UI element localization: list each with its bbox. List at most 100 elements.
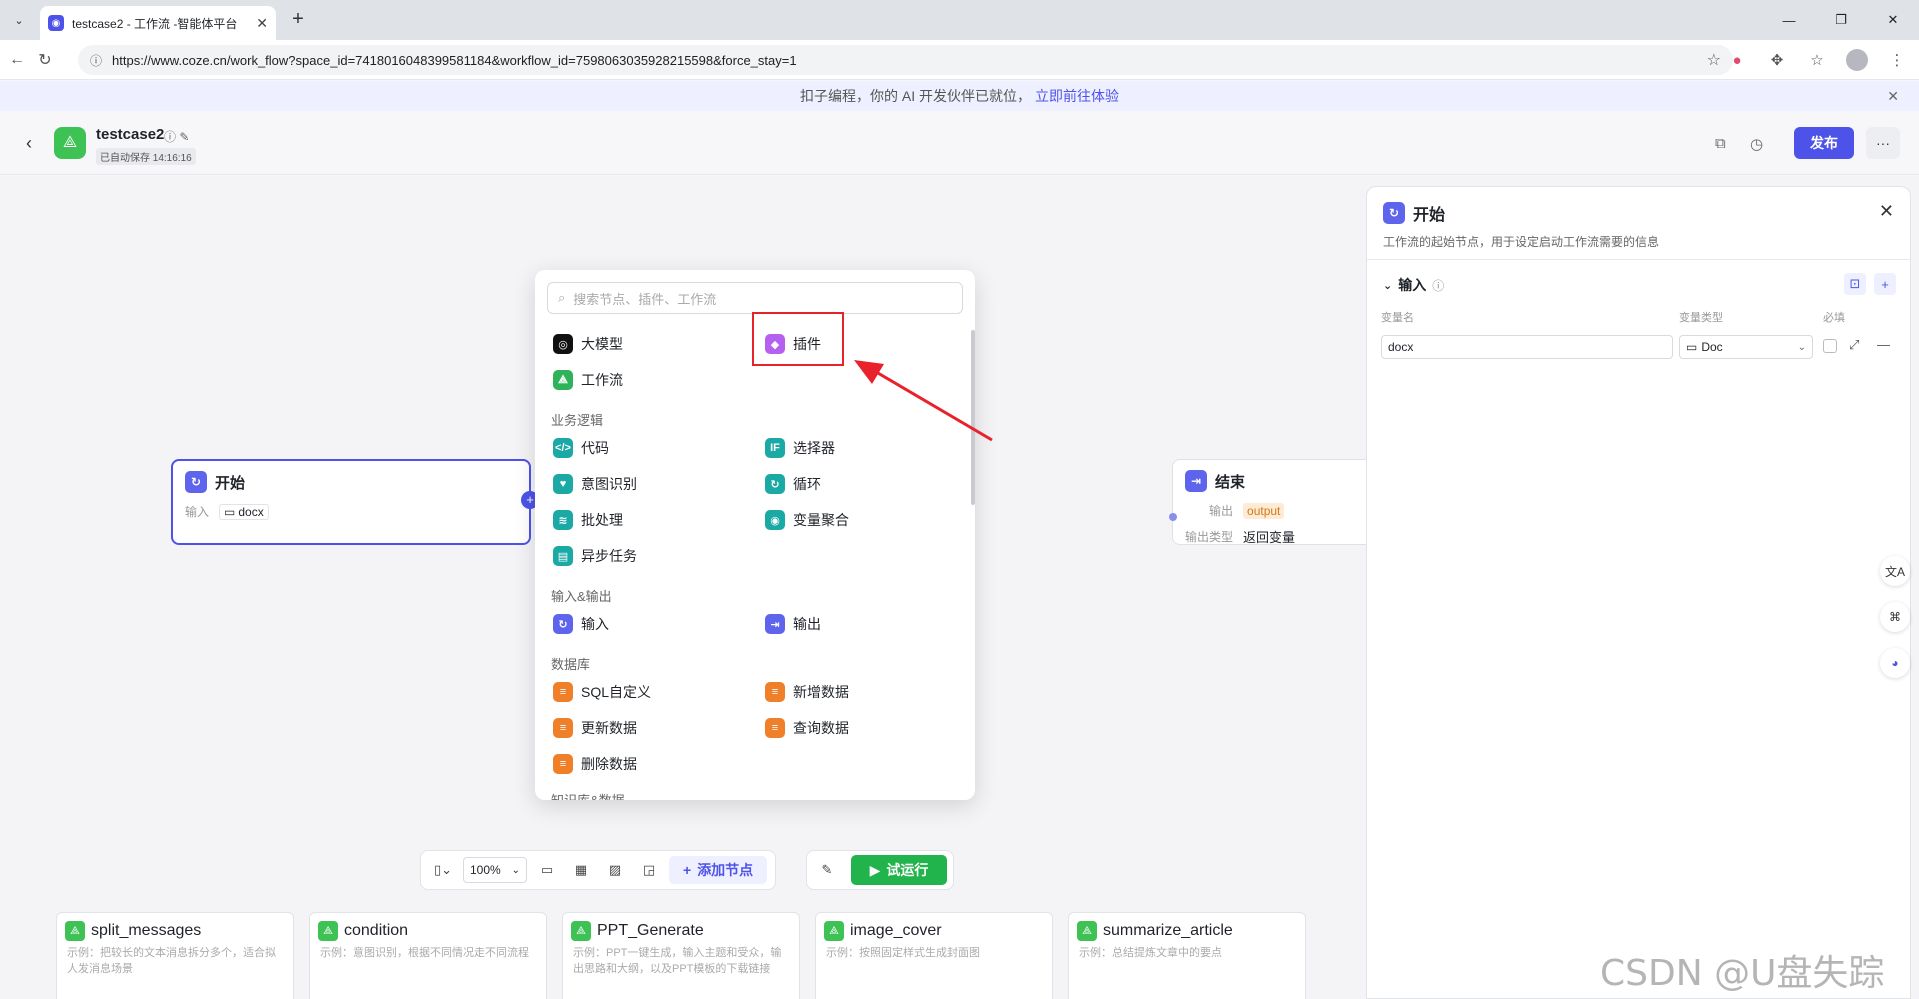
history-icon[interactable]: ◷ (1750, 135, 1763, 153)
template-card[interactable]: ⟁ split_messages 示例：把较长的文本消息拆分多个，适合拟人发消息场… (56, 912, 294, 999)
assistant-icon[interactable]: ◕ (1880, 648, 1910, 678)
comment-icon[interactable]: ▭ (533, 856, 561, 884)
database-update-icon: ≡ (553, 718, 573, 738)
database-delete-icon: ≡ (553, 754, 573, 774)
template-card[interactable]: ⟁ condition 示例：意图识别，根据不同情况走不同流程 (309, 912, 547, 999)
notice-bar: 扣子编程，你的 AI 开发伙伴已就位， 立即前往体验 ✕ (0, 81, 1919, 111)
node-item-code[interactable]: </> 代码 (553, 438, 609, 458)
end-node-title: 结束 (1215, 473, 1246, 491)
info-icon: ⓘ (1432, 278, 1445, 293)
extension-red-icon[interactable]: ● (1725, 48, 1749, 72)
workflow-icon: ⟁ (553, 370, 573, 390)
close-notice-icon[interactable]: ✕ (1887, 88, 1899, 105)
restore-icon[interactable]: ❐ (1815, 0, 1867, 40)
node-properties-panel: ↻ 开始 ✕ 工作流的起始节点，用于设定启动工作流需要的信息 ⌄ 输入 ⓘ ⊡ … (1366, 186, 1911, 999)
image-icon[interactable]: ▨ (601, 856, 629, 884)
col-required: 必填 (1823, 312, 1845, 324)
output-icon: ⇥ (765, 614, 785, 634)
window-controls: — ❐ ✕ (1763, 0, 1919, 40)
node-item-batch[interactable]: ≋ 批处理 (553, 510, 623, 530)
node-item-async-task[interactable]: ▤ 异步任务 (553, 546, 637, 566)
node-item-label: 循环 (793, 476, 821, 492)
start-node[interactable]: ↻ 开始 输入 ▭ docx (171, 459, 531, 545)
publish-button[interactable]: 发布 (1794, 127, 1854, 159)
debug-wrench-icon[interactable]: ✎ (813, 856, 841, 884)
node-item-label: 删除数据 (581, 756, 637, 772)
minimap-icon[interactable]: ◲ (635, 856, 663, 884)
end-node[interactable]: ⇥ 结束 输出 output 输出类型 返回变量 (1172, 459, 1372, 545)
node-item-loop[interactable]: ↻ 循环 (765, 474, 821, 494)
node-item-intent[interactable]: ♥ 意图识别 (553, 474, 637, 494)
node-item-sql[interactable]: ≡ SQL自定义 (553, 682, 651, 702)
search-placeholder: 搜索节点、插件、工作流 (573, 291, 717, 307)
edit-name-icon[interactable]: ⓘ ✎ (164, 128, 189, 145)
translate-icon[interactable]: 文A (1880, 556, 1910, 586)
favorites-icon[interactable]: ☆ (1805, 48, 1829, 72)
node-item-workflow[interactable]: ⟁ 工作流 (553, 370, 623, 390)
address-bar: ← ↻ ⓘ https://www.coze.cn/work_flow?spac… (0, 40, 1919, 80)
node-search-input[interactable]: ⌕ 搜索节点、插件、工作流 (547, 282, 963, 314)
tab-list-icon[interactable]: ⌄ (6, 7, 32, 33)
back-arrow-icon[interactable]: ← (6, 49, 28, 71)
input-section-header[interactable]: ⌄ 输入 ⓘ (1383, 275, 1444, 295)
template-card[interactable]: ⟁ PPT_Generate 示例：PPT一键生成，输入主题和受众，输出思路和大纲… (562, 912, 800, 999)
apps-grid-icon[interactable]: ⌘ (1880, 602, 1910, 632)
add-variable-icon[interactable]: + (1874, 273, 1896, 295)
section-input-output: 输入&输出 (551, 589, 612, 604)
mouse-mode-icon[interactable]: ▯⌄ (429, 856, 457, 884)
minimize-icon[interactable]: — (1763, 0, 1815, 40)
copy-icon[interactable]: ⧉ (1715, 135, 1726, 152)
node-item-label: 新增数据 (793, 684, 849, 700)
layout-grid-icon[interactable]: ▦ (567, 856, 595, 884)
node-item-selector[interactable]: IF 选择器 (765, 438, 835, 458)
template-name: image_cover (850, 922, 942, 939)
node-item-delete-data[interactable]: ≡ 删除数据 (553, 754, 637, 774)
browser-tab[interactable]: ◉ testcase2 - 工作流 -智能体平台 ✕ (40, 6, 276, 40)
node-item-llm[interactable]: ◎ 大模型 (553, 334, 623, 354)
template-card[interactable]: ⟁ image_cover 示例：按照固定样式生成封面图 (815, 912, 1053, 999)
node-item-label: 意图识别 (581, 476, 637, 492)
node-item-query-data[interactable]: ≡ 查询数据 (765, 718, 849, 738)
node-item-output[interactable]: ⇥ 输出 (765, 614, 821, 634)
collapse-chevron-icon[interactable]: ⌄ (1383, 279, 1392, 292)
notice-link[interactable]: 立即前往体验 (1035, 86, 1119, 106)
close-tab-icon[interactable]: ✕ (256, 15, 268, 32)
var-type-select[interactable]: ▭ Doc ⌄ (1679, 335, 1813, 359)
node-item-input[interactable]: ↻ 输入 (553, 614, 609, 634)
workflow-name: testcase2 (96, 126, 165, 143)
workflow-icon: ⟁ (571, 921, 591, 941)
new-tab-icon[interactable]: + (286, 8, 310, 32)
if-icon: IF (765, 438, 785, 458)
end-node-input-port[interactable] (1169, 513, 1177, 521)
import-icon[interactable]: ⊡ (1844, 273, 1866, 295)
reload-icon[interactable]: ↻ (34, 49, 56, 71)
site-info-icon[interactable]: ⓘ (90, 52, 102, 69)
node-item-insert-data[interactable]: ≡ 新增数据 (765, 682, 849, 702)
start-node-icon: ↻ (185, 471, 207, 493)
template-card[interactable]: ⟁ summarize_article 示例：总结提炼文章中的要点 (1068, 912, 1306, 999)
url-field[interactable]: ⓘ https://www.coze.cn/work_flow?space_id… (78, 45, 1733, 75)
profile-avatar[interactable] (1845, 48, 1869, 72)
end-output-value: output (1243, 502, 1285, 519)
trial-run-button[interactable]: ▶ 试运行 (851, 855, 947, 885)
expand-icon[interactable]: ⤢ (1849, 337, 1859, 353)
zoom-select[interactable]: 100% ⌄ (463, 857, 527, 883)
chevron-down-icon: ⌄ (1797, 341, 1806, 353)
bookmark-star-icon[interactable]: ☆ (1707, 50, 1721, 70)
add-node-button[interactable]: + 添加节点 (669, 856, 768, 884)
node-item-update-data[interactable]: ≡ 更新数据 (553, 718, 637, 738)
close-panel-icon[interactable]: ✕ (1879, 201, 1894, 222)
extensions-puzzle-icon[interactable]: ✥ (1765, 48, 1789, 72)
node-item-var-aggregate[interactable]: ◉ 变量聚合 (765, 510, 849, 530)
var-name-input[interactable]: docx (1381, 335, 1673, 359)
browser-menu-icon[interactable]: ⋮ (1885, 48, 1909, 72)
required-checkbox[interactable] (1823, 339, 1837, 353)
back-chevron-icon[interactable]: ‹ (26, 133, 32, 154)
more-options-icon[interactable]: ··· (1866, 127, 1900, 159)
csdn-watermark: CSDN @U盘失踪了 (1600, 953, 1885, 994)
panel-divider (1367, 259, 1910, 260)
remove-variable-icon[interactable]: — (1877, 337, 1890, 352)
canvas-toolbar: ▯⌄ 100% ⌄ ▭ ▦ ▨ ◲ + 添加节点 (420, 850, 777, 890)
notice-text: 扣子编程，你的 AI 开发伙伴已就位， (799, 88, 1031, 104)
close-window-icon[interactable]: ✕ (1867, 0, 1919, 40)
